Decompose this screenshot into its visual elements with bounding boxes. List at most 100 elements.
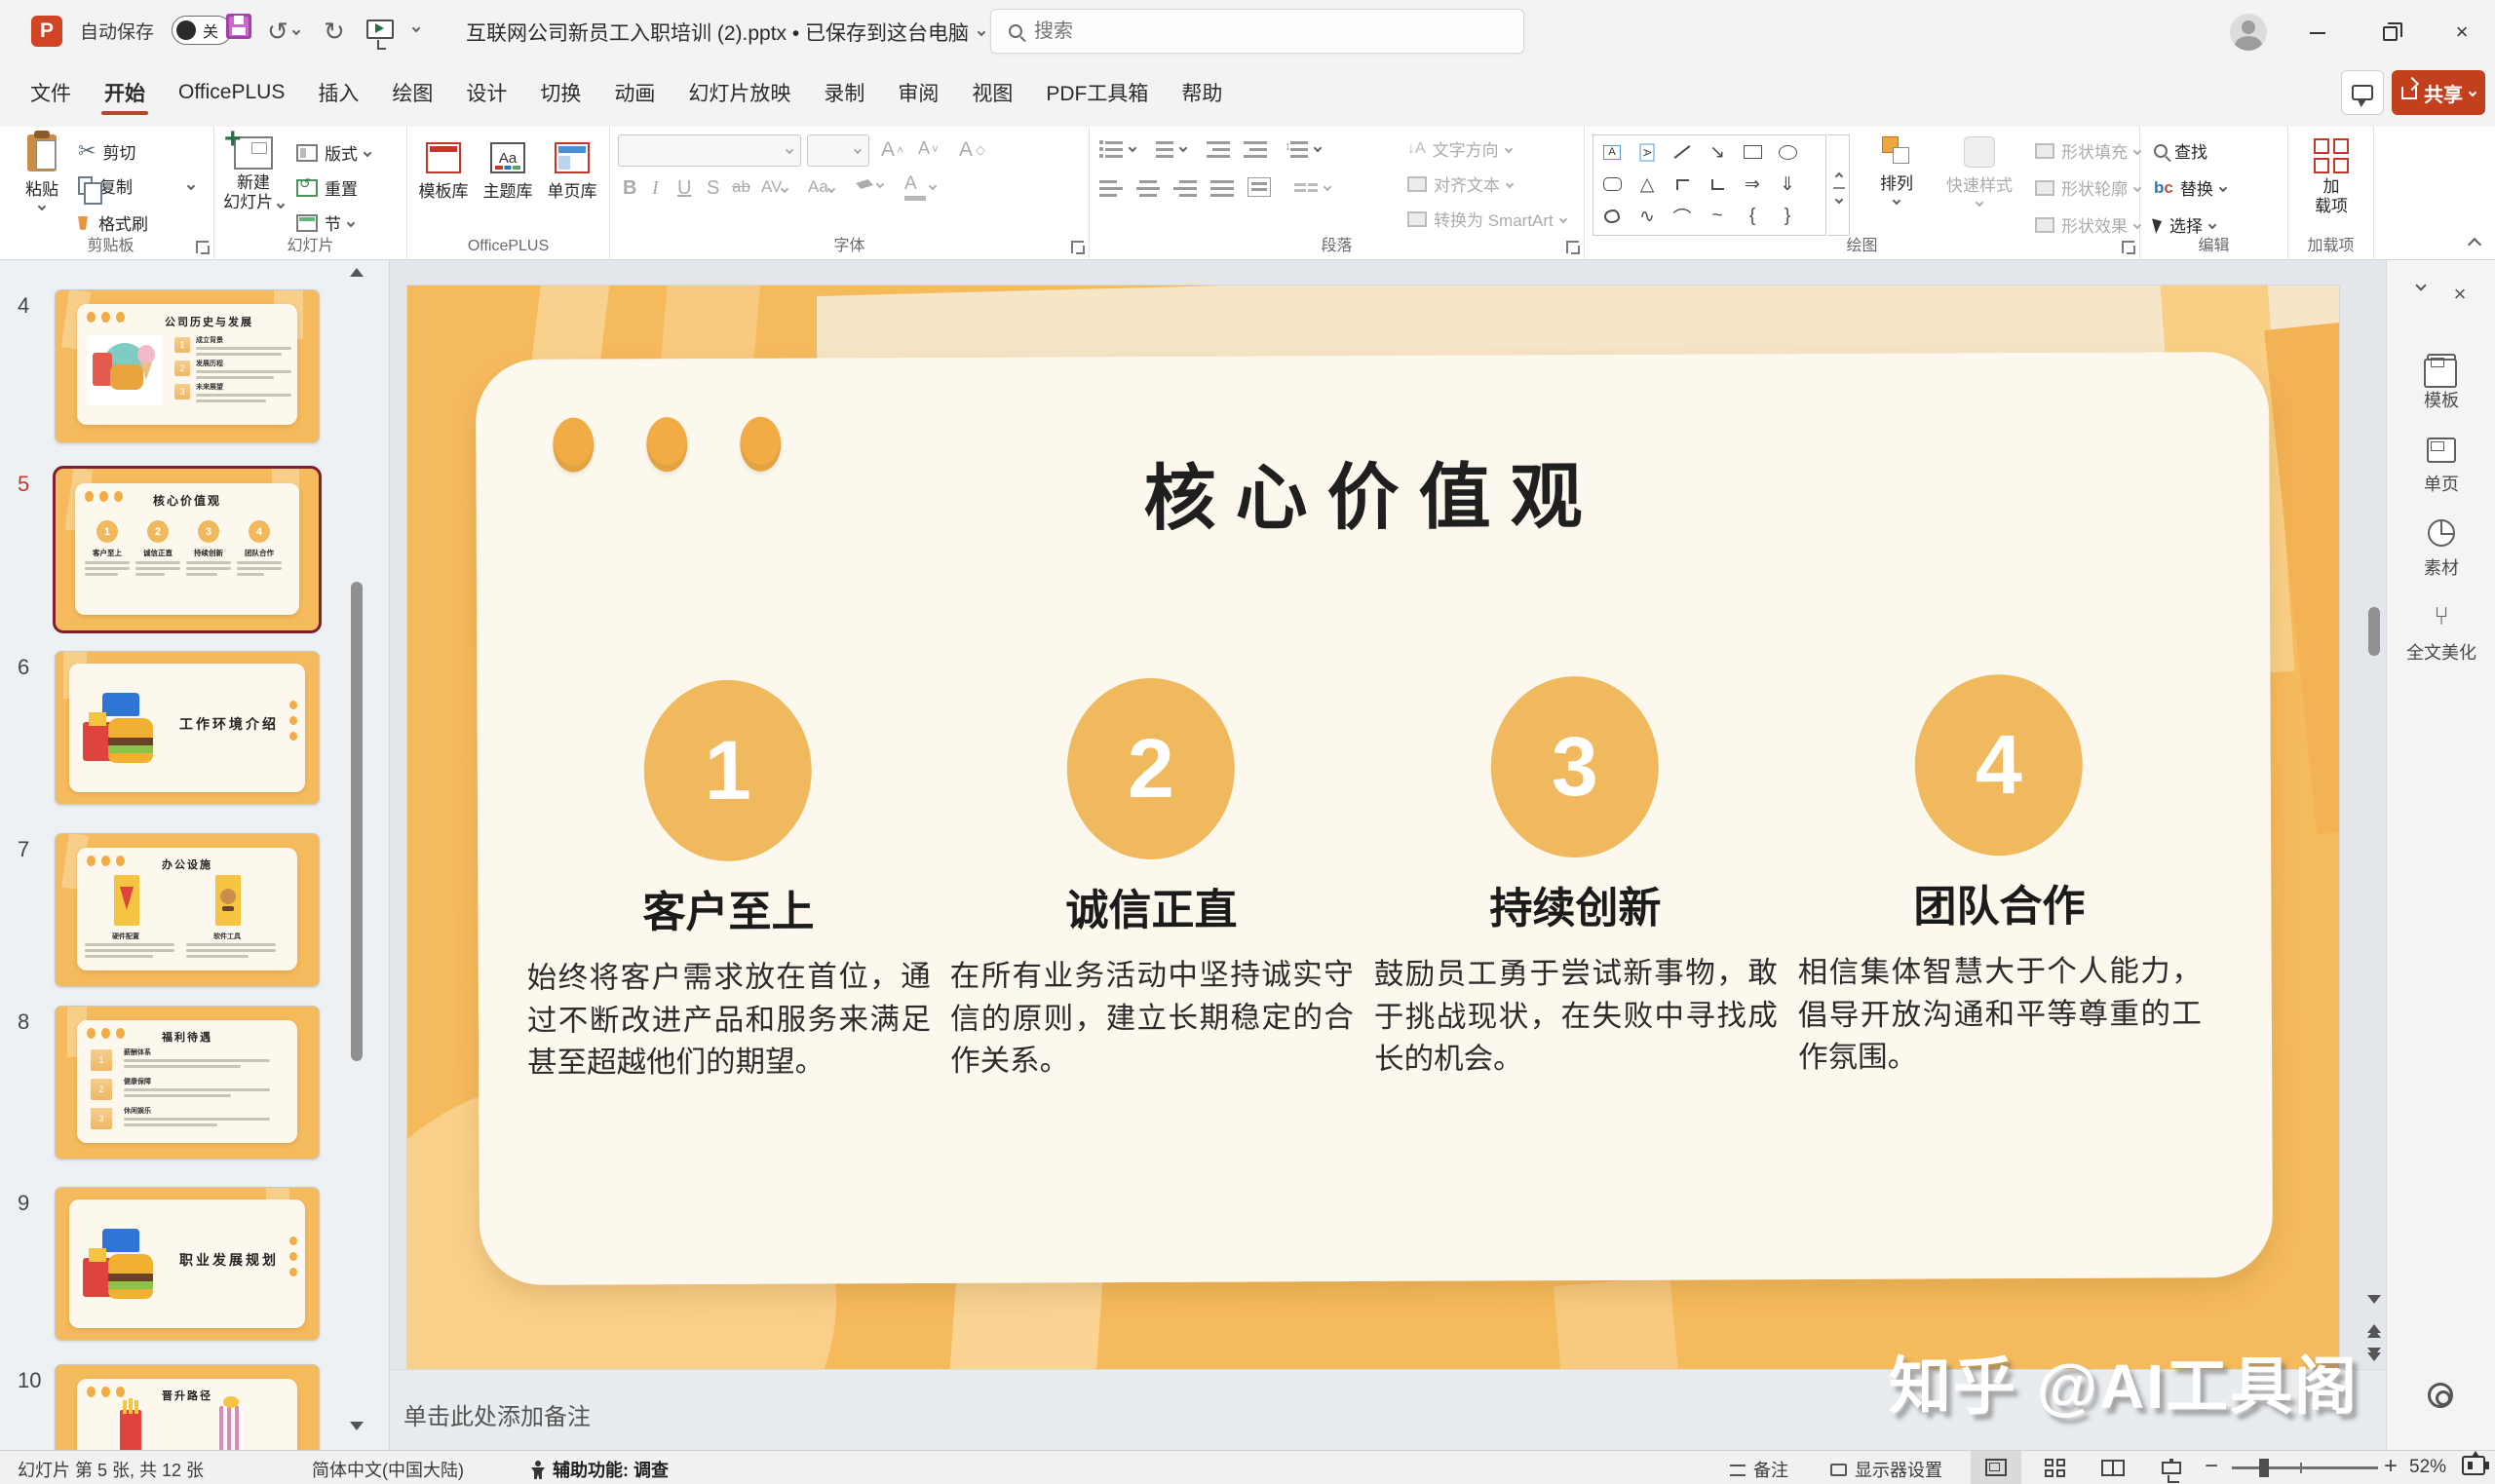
theme-library-button[interactable]: Aa主题库: [478, 142, 538, 202]
normal-view-button[interactable]: [1971, 1451, 2021, 1484]
cut-button[interactable]: ✂剪切: [78, 138, 135, 164]
zoom-out-button[interactable]: −: [2205, 1453, 2218, 1480]
shape-scribble-icon[interactable]: ∿: [1630, 201, 1665, 232]
scroll-up-icon[interactable]: [350, 268, 364, 277]
change-case-button[interactable]: Aa: [805, 177, 837, 197]
new-slide-button[interactable]: 新建幻灯片: [222, 136, 285, 211]
grow-font-button[interactable]: A˄: [881, 138, 903, 162]
font-color-button[interactable]: A: [904, 173, 936, 201]
start-slideshow-button[interactable]: [366, 19, 394, 39]
slide-thumbnail-10[interactable]: 晋升路径: [55, 1364, 320, 1450]
paragraph-dialog-launcher-icon[interactable]: [1566, 241, 1579, 253]
bold-button[interactable]: B: [620, 177, 639, 200]
font-size-combo[interactable]: [807, 134, 869, 167]
tab-design[interactable]: 设计: [449, 68, 523, 121]
copy-dropdown-icon[interactable]: [187, 182, 195, 190]
zoom-slider-thumb[interactable]: [2259, 1459, 2269, 1477]
value-column-1[interactable]: 1 客户至上 始终将客户需求放在首位，通过不断改进产品和服务来满足甚至超越他们的…: [525, 679, 931, 1085]
tab-review[interactable]: 审阅: [881, 68, 955, 121]
tab-animations[interactable]: 动画: [597, 68, 672, 121]
align-left-button[interactable]: [1099, 177, 1123, 197]
find-button[interactable]: 查找: [2154, 138, 2207, 163]
columns-button[interactable]: [1294, 177, 1330, 197]
character-spacing-button[interactable]: AV: [758, 177, 790, 197]
clear-formatting-button[interactable]: A◇: [959, 138, 985, 162]
restore-button[interactable]: [2370, 21, 2409, 47]
panel-close-icon[interactable]: ×: [2454, 282, 2467, 307]
shape-rounded-rectangle-icon[interactable]: [1594, 169, 1630, 200]
tab-draw[interactable]: 绘图: [375, 68, 449, 121]
search-input[interactable]: [1034, 20, 1463, 43]
shapes-gallery-scrollbar[interactable]: [1828, 134, 1850, 236]
tab-file[interactable]: 文件: [14, 68, 88, 121]
value-column-3[interactable]: 3 持续创新 鼓励员工勇于尝试新事物，敢于挑战现状，在失败中寻找成长的机会。: [1372, 675, 1778, 1082]
layout-button[interactable]: 版式: [296, 140, 370, 165]
scrollbar-thumb[interactable]: [2368, 607, 2380, 656]
collapse-ribbon-icon[interactable]: [2468, 238, 2481, 251]
slide-title[interactable]: 核心价值观: [476, 436, 2269, 548]
decrease-indent-button[interactable]: [1207, 138, 1230, 158]
align-right-button[interactable]: [1173, 177, 1197, 197]
save-button[interactable]: [226, 14, 251, 39]
line-spacing-button[interactable]: ↕: [1285, 138, 1321, 158]
panel-collapse-icon[interactable]: [2415, 280, 2426, 290]
template-library-button[interactable]: 模板库: [413, 142, 474, 202]
shape-right-brace-icon[interactable]: }: [1770, 201, 1805, 232]
shape-left-brace-icon[interactable]: {: [1735, 201, 1770, 232]
editor-scrollbar[interactable]: [2366, 260, 2382, 1450]
tab-insert[interactable]: 插入: [301, 68, 375, 121]
scroll-down-icon[interactable]: [350, 1422, 364, 1430]
text-shadow-button[interactable]: S: [704, 177, 722, 200]
numbering-button[interactable]: [1150, 138, 1186, 158]
underline-button[interactable]: U: [674, 177, 694, 200]
redo-button[interactable]: ↻: [324, 14, 345, 49]
user-avatar[interactable]: [2230, 14, 2267, 51]
distribute-button[interactable]: [1248, 177, 1271, 197]
panel-item-single-page[interactable]: 单页: [2387, 438, 2495, 496]
close-button[interactable]: ×: [2442, 19, 2481, 45]
increase-indent-button[interactable]: [1244, 138, 1267, 158]
clipboard-dialog-launcher-icon[interactable]: [196, 241, 209, 253]
shape-line-icon[interactable]: [1665, 136, 1700, 168]
undo-dropdown-icon[interactable]: [292, 27, 300, 35]
shape-fill-button[interactable]: 形状填充: [2035, 138, 2140, 163]
bullets-button[interactable]: [1099, 138, 1135, 158]
paste-button[interactable]: 粘贴: [14, 134, 70, 209]
shape-arc-icon[interactable]: ⌒: [1665, 201, 1700, 232]
shape-right-arrow-icon[interactable]: ⇒: [1735, 169, 1770, 200]
tab-pdf-toolbox[interactable]: PDF工具箱: [1029, 68, 1165, 121]
tab-view[interactable]: 视图: [955, 68, 1029, 121]
scrollbar-thumb[interactable]: [351, 582, 363, 1061]
tab-help[interactable]: 帮助: [1165, 68, 1239, 121]
thumbnail-scrollbar[interactable]: [348, 260, 365, 1450]
accessibility-status[interactable]: 辅助功能: 调查: [531, 1457, 669, 1482]
minimize-button[interactable]: [2298, 19, 2337, 45]
panel-item-template[interactable]: 模板: [2387, 354, 2495, 412]
slide-counter[interactable]: 幻灯片 第 5 张, 共 12 张: [18, 1457, 204, 1482]
shape-textbox-icon[interactable]: A: [1594, 136, 1630, 168]
arrange-button[interactable]: 排列: [1865, 136, 1928, 204]
slide-thumbnail-9[interactable]: 职业发展规划: [55, 1187, 320, 1341]
language-indicator[interactable]: 简体中文(中国大陆): [312, 1457, 464, 1482]
text-direction-button[interactable]: ↓A文字方向: [1407, 136, 1512, 161]
document-title[interactable]: 互联网公司新员工入职培训 (2).pptx • 已保存到这台电脑: [466, 18, 984, 47]
quick-styles-button[interactable]: 快速样式: [1938, 136, 2021, 206]
tab-slideshow[interactable]: 幻灯片放映: [672, 68, 807, 121]
slide-sorter-view-button[interactable]: [2029, 1451, 2080, 1484]
font-name-combo[interactable]: [618, 134, 801, 167]
slide-thumbnail-7[interactable]: 办公设施 硬件配置 软件工具: [55, 833, 320, 987]
notes-placeholder[interactable]: 单击此处添加备注: [403, 1397, 591, 1431]
shape-oval-icon[interactable]: [1770, 136, 1805, 168]
shape-arrow-icon[interactable]: ↘: [1700, 136, 1735, 168]
reading-view-button[interactable]: [2088, 1451, 2138, 1484]
panel-item-assets[interactable]: 素材: [2387, 519, 2495, 580]
align-text-button[interactable]: 对齐文本: [1407, 171, 1513, 196]
justify-button[interactable]: [1210, 177, 1234, 197]
scroll-down-icon[interactable]: [2367, 1295, 2381, 1304]
shape-curve-icon[interactable]: ~: [1700, 201, 1735, 232]
slide-thumbnail-4[interactable]: 公司历史与发展 1 成立背景 2 发展历程 3 未来展望: [55, 289, 320, 443]
shape-rectangle-icon[interactable]: [1735, 136, 1770, 168]
tab-record[interactable]: 录制: [807, 68, 881, 121]
shape-elbow-arrow-icon[interactable]: [1700, 169, 1735, 200]
page-library-button[interactable]: 单页库: [542, 142, 602, 202]
